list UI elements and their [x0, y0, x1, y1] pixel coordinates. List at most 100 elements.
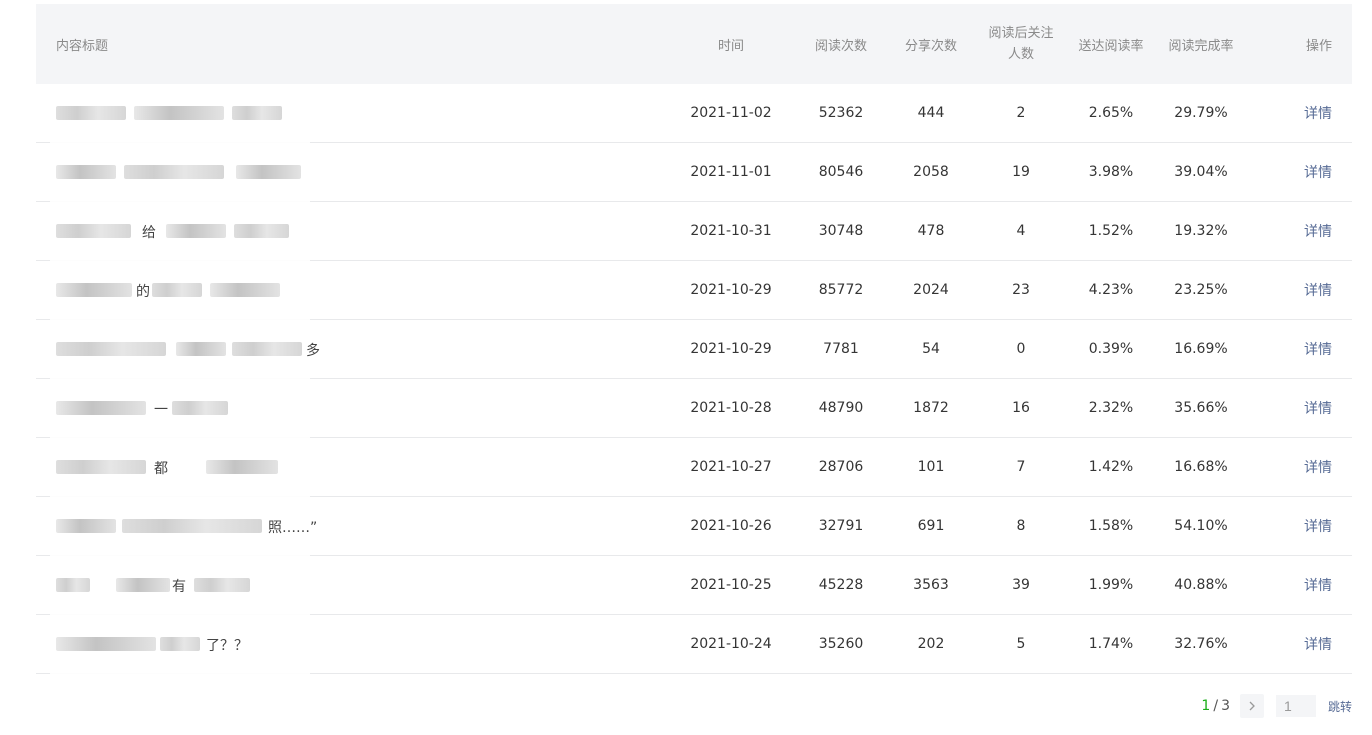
- header-title: 内容标题: [56, 38, 109, 54]
- title-visible-text: 的: [136, 284, 150, 300]
- article-stats-table: 内容标题 时间 阅读次数 分享次数 阅读后关注 人数 送达阅读率 阅读完成率 操…: [36, 4, 1352, 680]
- detail-link[interactable]: 详情: [1304, 224, 1332, 240]
- row-title: 了？？: [36, 615, 656, 680]
- chevron-right-icon: [1249, 701, 1255, 711]
- row-follow: 8: [1016, 517, 1026, 534]
- detail-link[interactable]: 详情: [1304, 165, 1332, 181]
- row-reads: 28706: [818, 459, 864, 475]
- row-completion-rate: 39.04%: [1174, 164, 1228, 180]
- row-completion-rate: 35.66%: [1174, 400, 1228, 416]
- row-completion-rate: 23.25%: [1174, 282, 1228, 298]
- table-row: 2021-11-02 52362 444 2 2.65% 29.79% 详情: [36, 84, 1352, 149]
- row-reads: 7781: [823, 341, 859, 357]
- row-reads: 32791: [818, 518, 864, 534]
- table-row: 的 2021-10-29 85772 2024 23 4.23% 23.25% …: [36, 261, 1352, 326]
- blurred-title: 多: [56, 335, 326, 363]
- title-visible-text: 照……”: [268, 520, 318, 536]
- header-reach-rate: 送达阅读率: [1078, 38, 1144, 54]
- page-separator: /: [1213, 698, 1219, 714]
- detail-link[interactable]: 详情: [1304, 283, 1332, 299]
- title-visible-text: 有: [172, 579, 186, 595]
- row-reads: 35260: [818, 636, 864, 652]
- detail-link[interactable]: 详情: [1304, 578, 1332, 594]
- row-shares: 2058: [913, 164, 949, 180]
- pagination: 1 / 3 跳转: [1201, 694, 1352, 718]
- row-time: 2021-10-29: [690, 341, 772, 357]
- row-reads: 52362: [818, 105, 864, 121]
- row-shares: 1872: [913, 400, 949, 416]
- row-follow: 7: [1016, 458, 1026, 475]
- header-follow-line1: 阅读后关注: [988, 26, 1054, 41]
- detail-link[interactable]: 详情: [1304, 106, 1332, 122]
- detail-link[interactable]: 详情: [1304, 342, 1332, 358]
- row-completion-rate: 29.79%: [1174, 105, 1228, 121]
- table-row: 一 2021-10-28 48790 1872 16 2.32% 35.66% …: [36, 379, 1352, 444]
- row-follow: 2: [1016, 104, 1026, 121]
- header-operation: 操作: [1305, 38, 1332, 54]
- row-action: 详情: [1236, 516, 1352, 536]
- table-row: 给 2021-10-31 30748 478 4 1.52% 19.32% 详情: [36, 202, 1352, 267]
- row-time: 2021-10-26: [690, 518, 772, 534]
- row-follow: 39: [1012, 576, 1030, 593]
- row-reads: 48790: [818, 400, 864, 416]
- jump-button[interactable]: 跳转: [1328, 698, 1352, 715]
- row-shares: 444: [917, 105, 945, 121]
- row-shares: 691: [917, 518, 945, 534]
- row-action: 详情: [1236, 162, 1352, 182]
- row-title: 照……”: [36, 497, 656, 562]
- row-reach-rate: 2.32%: [1088, 400, 1134, 416]
- blurred-title: [56, 99, 296, 127]
- row-follow: 16: [1012, 399, 1030, 416]
- detail-link[interactable]: 详情: [1304, 637, 1332, 653]
- row-reads: 30748: [818, 223, 864, 239]
- row-shares: 202: [917, 636, 945, 652]
- table-header: 内容标题 时间 阅读次数 分享次数 阅读后关注 人数 送达阅读率 阅读完成率 操…: [36, 4, 1352, 84]
- row-reach-rate: 4.23%: [1088, 282, 1134, 298]
- row-completion-rate: 16.69%: [1174, 341, 1228, 357]
- page-number-input[interactable]: [1275, 695, 1316, 717]
- row-title: 一: [36, 379, 656, 444]
- row-action: 详情: [1236, 103, 1352, 123]
- row-time: 2021-11-01: [690, 164, 772, 180]
- row-completion-rate: 16.68%: [1174, 459, 1228, 475]
- title-visible-text: 了？？: [206, 638, 248, 654]
- header-follow: 阅读后关注 人数: [986, 23, 1056, 65]
- next-page-button[interactable]: [1239, 694, 1264, 718]
- detail-link[interactable]: 详情: [1304, 460, 1332, 476]
- row-completion-rate: 32.76%: [1174, 636, 1228, 652]
- table-row: 有 2021-10-25 45228 3563 39 1.99% 40.88% …: [36, 556, 1352, 621]
- table-row: 了？？ 2021-10-24 35260 202 5 1.74% 32.76% …: [36, 615, 1352, 680]
- blurred-title: 给: [56, 217, 296, 245]
- row-action: 详情: [1236, 280, 1352, 300]
- row-reach-rate: 1.58%: [1088, 518, 1134, 534]
- row-reach-rate: 1.99%: [1088, 577, 1134, 593]
- row-title: 的: [36, 261, 656, 326]
- row-time: 2021-11-02: [690, 105, 772, 121]
- title-visible-text: 都: [154, 461, 168, 477]
- header-completion-rate: 阅读完成率: [1168, 38, 1234, 54]
- total-pages: 3: [1221, 698, 1230, 714]
- row-completion-rate: 40.88%: [1174, 577, 1228, 593]
- row-follow: 4: [1016, 222, 1026, 239]
- row-reach-rate: 1.74%: [1088, 636, 1134, 652]
- title-visible-text: 多: [306, 343, 320, 359]
- row-time: 2021-10-29: [690, 282, 772, 298]
- blurred-title: 都: [56, 453, 296, 481]
- detail-link[interactable]: 详情: [1304, 519, 1332, 535]
- blurred-title: 有: [56, 571, 296, 599]
- row-reach-rate: 2.65%: [1088, 105, 1134, 121]
- row-shares: 478: [917, 223, 945, 239]
- detail-link[interactable]: 详情: [1304, 401, 1332, 417]
- row-action: 详情: [1236, 339, 1352, 359]
- blurred-title: 了？？: [56, 630, 296, 658]
- row-reads: 80546: [818, 164, 864, 180]
- row-follow: 19: [1012, 163, 1030, 180]
- blurred-title: 一: [56, 394, 296, 422]
- title-visible-text: 给: [142, 225, 156, 241]
- title-visible-text: 一: [154, 402, 168, 418]
- header-time: 时间: [717, 38, 744, 54]
- row-action: 详情: [1236, 221, 1352, 241]
- header-follow-line2: 人数: [1007, 47, 1034, 62]
- row-time: 2021-10-31: [690, 223, 772, 239]
- row-title: 有: [36, 556, 656, 621]
